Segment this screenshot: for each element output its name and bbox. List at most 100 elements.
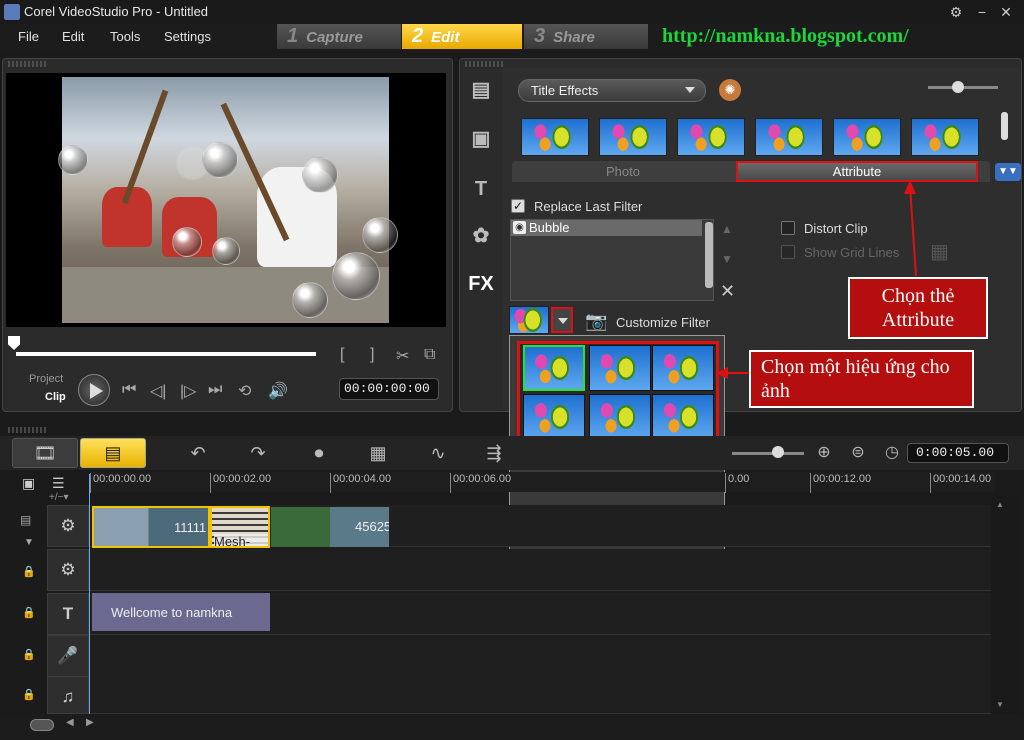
filter-fx-icon[interactable]: FX <box>467 270 495 298</box>
play-button[interactable] <box>78 374 110 406</box>
preset-thumbnail[interactable] <box>523 394 585 440</box>
mode-clip[interactable]: Clip <box>45 391 66 403</box>
storyboard-view-icon[interactable]: 🎞 <box>12 438 78 468</box>
video-track-icon[interactable]: ⚙ <box>47 505 89 547</box>
mark-out-icon[interactable]: ] <box>370 346 374 364</box>
movie-template-icon[interactable]: ▦ <box>364 440 392 466</box>
ripple-edit-icon[interactable]: ▤ <box>20 513 31 527</box>
panel-grip[interactable] <box>8 61 48 67</box>
music-track-icon[interactable]: ♫ <box>47 676 89 714</box>
tab-edit[interactable]: 2 Edit <box>402 24 522 49</box>
insert-track-icon[interactable]: +/−▾ <box>49 492 68 503</box>
filter-thumbnail[interactable] <box>521 118 589 156</box>
scroll-down-icon[interactable]: ▼ <box>996 700 1004 709</box>
fit-project-icon[interactable]: ⊜ <box>844 440 872 466</box>
panel-grip[interactable] <box>465 61 505 67</box>
preset-thumbnail[interactable] <box>523 345 585 391</box>
title-icon[interactable]: T <box>467 175 495 203</box>
customize-filter-link[interactable]: Customize Filter <box>616 315 710 330</box>
previous-frame-icon[interactable]: ◁| <box>150 381 166 401</box>
tab-photo[interactable]: Photo <box>520 163 726 181</box>
enlarge-preview-icon[interactable]: ⧉ <box>424 346 435 364</box>
tab-attribute[interactable]: Attribute <box>736 161 978 182</box>
replace-last-filter-checkbox[interactable]: ✓ <box>511 199 525 213</box>
scroll-left-icon[interactable]: ◀ <box>66 717 74 728</box>
filter-preset-dropdown[interactable] <box>551 307 573 333</box>
menu-settings[interactable]: Settings <box>164 29 211 44</box>
zoom-toggle-icon[interactable] <box>30 719 54 731</box>
minimize-button[interactable]: − <box>972 2 992 22</box>
track-manager-icon[interactable]: ▣ <box>22 475 35 492</box>
lock-icon[interactable]: 🔒 <box>22 648 36 661</box>
repeat-icon[interactable]: ⟲ <box>238 381 251 401</box>
scroll-right-icon[interactable]: ▶ <box>86 717 94 728</box>
transition-icon[interactable]: ▣ <box>467 125 495 153</box>
undo-icon[interactable]: ↶ <box>184 440 212 466</box>
overlay-track-icon[interactable]: ⚙ <box>47 549 89 591</box>
redo-icon[interactable]: ↷ <box>244 440 272 466</box>
filter-visibility-icon[interactable]: ◉ <box>513 221 526 234</box>
playhead[interactable] <box>89 474 90 714</box>
expand-track-icon[interactable]: ▼ <box>24 537 34 548</box>
menu-edit[interactable]: Edit <box>62 29 84 44</box>
tab-capture[interactable]: 1 Capture <box>277 24 401 49</box>
filter-preset-thumbnail[interactable] <box>509 306 549 334</box>
menu-file[interactable]: File <box>18 29 39 44</box>
filter-thumbnail[interactable] <box>677 118 745 156</box>
filter-thumbnail[interactable] <box>599 118 667 156</box>
audio-mixer-icon[interactable]: ∿ <box>424 440 452 466</box>
zoom-in-icon[interactable]: ⊕ <box>810 440 838 466</box>
menu-tools[interactable]: Tools <box>110 29 140 44</box>
lock-icon[interactable]: 🔒 <box>22 565 36 578</box>
title-clip[interactable]: Wellcome to namkna <box>92 593 270 631</box>
zoom-slider[interactable] <box>732 452 804 455</box>
chapter-menu-icon[interactable]: ☰ <box>52 475 65 492</box>
filter-thumbnail[interactable] <box>833 118 901 156</box>
preset-thumbnail[interactable] <box>589 394 651 440</box>
close-button[interactable]: ✕ <box>996 2 1016 22</box>
collapse-options-icon[interactable]: ▼▼ <box>995 163 1021 181</box>
cut-scissors-icon[interactable]: ✂ <box>396 346 409 366</box>
title-track-icon[interactable]: T <box>47 593 89 635</box>
lock-icon[interactable]: 🔒 <box>22 606 36 619</box>
filter-item-bubble[interactable]: Bubble <box>511 220 702 236</box>
thumb-size-slider-knob[interactable] <box>952 81 964 93</box>
volume-icon[interactable]: 🔊 <box>268 381 288 401</box>
customize-filter-icon[interactable]: 📷 <box>585 311 607 332</box>
timeline-vertical-scrollbar[interactable] <box>992 495 1018 715</box>
tab-share[interactable]: 3 Share <box>524 24 648 49</box>
voice-track[interactable] <box>90 635 991 677</box>
project-duration[interactable]: 0:00:05.00 <box>907 443 1009 463</box>
preset-thumbnail[interactable] <box>589 345 651 391</box>
home-icon[interactable]: ⏮ <box>122 381 136 399</box>
music-track[interactable] <box>90 676 991 714</box>
graphic-icon[interactable]: ✿ <box>467 222 495 250</box>
filter-thumbnail[interactable] <box>755 118 823 156</box>
preview-scrub-track[interactable] <box>16 352 316 356</box>
timeline-view-icon[interactable]: ▤ <box>80 438 146 468</box>
category-select[interactable]: Title Effects <box>518 79 706 102</box>
preset-thumbnail[interactable] <box>652 394 714 440</box>
zoom-slider-knob[interactable] <box>772 446 784 458</box>
settings-gear-icon[interactable]: ⚙ <box>946 2 966 22</box>
scroll-up-icon[interactable]: ▲ <box>996 500 1004 509</box>
photo-clip[interactable]: 45625 <box>270 506 390 548</box>
media-icon[interactable]: ▤ <box>467 76 495 104</box>
voice-track-icon[interactable]: 🎤 <box>47 635 89 677</box>
filter-thumbnail[interactable] <box>911 118 979 156</box>
mode-project[interactable]: Project <box>29 373 63 385</box>
mark-in-icon[interactable]: [ <box>340 346 344 364</box>
overlay-track[interactable] <box>90 549 991 591</box>
transition-clip[interactable]: Mesh-Slic <box>210 506 270 548</box>
library-scrollbar[interactable] <box>1001 112 1008 140</box>
next-frame-icon[interactable]: |▷ <box>180 381 196 401</box>
import-icon[interactable]: ✺ <box>719 79 741 101</box>
lock-icon[interactable]: 🔒 <box>22 688 36 701</box>
panel-grip[interactable] <box>8 427 48 433</box>
auto-music-icon[interactable]: ⇶ <box>480 440 508 466</box>
preview-timecode[interactable]: 00:00:00:00 <box>339 378 439 400</box>
duration-clock-icon[interactable]: ◷ <box>878 440 906 466</box>
record-capture-icon[interactable]: ⏺ <box>305 440 333 466</box>
video-clip[interactable]: 11111 <box>92 506 210 548</box>
end-icon[interactable]: ⏭ <box>208 381 222 399</box>
